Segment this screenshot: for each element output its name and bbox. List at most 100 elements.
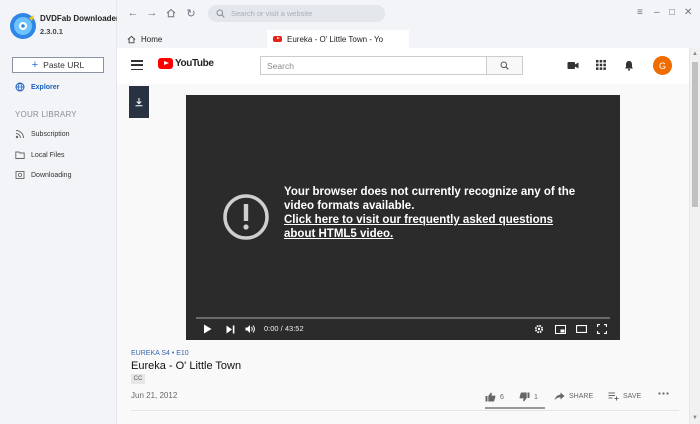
tab-label: Eureka - O' Little Town - Yo: [287, 34, 384, 44]
miniplayer-icon: [554, 324, 566, 334]
dislike-button[interactable]: 1: [519, 392, 538, 402]
maximize-button[interactable]: □: [669, 7, 675, 18]
divider: [131, 410, 679, 411]
youtube-logo[interactable]: YouTube: [158, 58, 214, 69]
address-placeholder: Search or visit a website: [231, 9, 313, 18]
video-tags[interactable]: EUREKA S4 • E10: [131, 350, 189, 357]
cc-badge: CC: [131, 374, 145, 384]
sidebar: DVDFab Downloader 2.3.0.1 + Paste URL Ex…: [0, 0, 119, 424]
video-title: Eureka - O' Little Town: [131, 360, 242, 372]
sidebar-item-label: Downloading: [31, 171, 72, 179]
close-icon: ✕: [684, 7, 693, 18]
download-box-icon: [15, 171, 25, 179]
youtube-header: YouTube Search G: [117, 48, 690, 84]
video-player[interactable]: Your browser does not currently recogniz…: [186, 95, 620, 340]
home-icon: [166, 8, 176, 18]
close-button[interactable]: ✕: [684, 7, 692, 18]
paste-url-button[interactable]: + Paste URL: [12, 57, 104, 73]
tab-youtube-video[interactable]: Eureka - O' Little Town - Yo: [267, 30, 409, 48]
skip-next-icon: [226, 325, 234, 333]
rss-icon: [15, 130, 24, 139]
fullscreen-icon: [597, 324, 607, 334]
web-content: YouTube Search G Your browser does not c…: [117, 48, 690, 424]
error-message: Your browser does not currently recogniz…: [284, 185, 604, 241]
search-icon: [216, 9, 225, 18]
dislike-count: 1: [534, 393, 538, 401]
volume-button[interactable]: [244, 323, 256, 335]
fullscreen-button[interactable]: [596, 323, 608, 335]
minimize-button[interactable]: –: [654, 7, 660, 18]
back-button[interactable]: ←: [126, 6, 140, 20]
library-title: YOUR LIBRARY: [15, 110, 77, 119]
arrow-left-icon: ←: [127, 7, 139, 19]
arrow-right-icon: →: [146, 7, 158, 19]
address-bar[interactable]: Search or visit a website: [208, 5, 385, 22]
scrollbar-thumb[interactable]: [692, 62, 698, 207]
play-icon: [203, 324, 211, 334]
playlist-add-icon: [608, 392, 619, 401]
sidebar-item-subscription[interactable]: Subscription: [15, 129, 70, 139]
share-label: SHARE: [569, 393, 594, 400]
youtube-play-logo-icon: [158, 58, 173, 69]
sidebar-item-explorer[interactable]: Explorer: [15, 82, 59, 92]
more-actions-button[interactable]: [658, 392, 669, 395]
forward-button[interactable]: →: [145, 6, 159, 20]
error-line-1: Your browser does not currently recogniz…: [284, 186, 576, 198]
next-button[interactable]: [224, 323, 236, 335]
time-display: 0:00 / 43:52: [264, 324, 304, 333]
youtube-search-button[interactable]: [486, 56, 523, 75]
like-button[interactable]: 6: [485, 392, 504, 402]
scroll-up-icon[interactable]: ▲: [692, 51, 698, 57]
progress-bar[interactable]: [196, 317, 610, 319]
create-video-button[interactable]: [567, 59, 579, 71]
error-icon: [223, 194, 269, 240]
theater-mode-button[interactable]: [575, 323, 587, 335]
save-button[interactable]: SAVE: [608, 392, 641, 401]
sidebar-item-label: Local Files: [31, 151, 65, 159]
share-button[interactable]: SHARE: [554, 392, 593, 401]
sidebar-item-local-files[interactable]: Local Files: [15, 150, 64, 160]
maximize-icon: □: [669, 7, 676, 18]
plus-icon: +: [31, 59, 39, 71]
download-button[interactable]: [129, 86, 149, 118]
app-version: 2.3.0.1: [40, 27, 63, 36]
menu-button[interactable]: ≡: [637, 7, 643, 18]
browser-toolbar: ← → ↻ Search or visit a website ≡ – □ ✕: [117, 0, 700, 28]
youtube-icon: [273, 36, 282, 42]
tab-bar: Home Eureka - O' Little Town - Yo: [117, 28, 700, 48]
youtube-search-input[interactable]: Search: [260, 56, 487, 75]
play-button[interactable]: [201, 323, 213, 335]
sidebar-item-downloading[interactable]: Downloading: [15, 170, 71, 180]
html5-faq-link[interactable]: Click here to visit our frequently asked…: [284, 213, 604, 227]
more-horizontal-icon: [658, 392, 669, 395]
minimize-icon: –: [654, 7, 660, 18]
download-icon: [135, 98, 143, 107]
html5-faq-link-continued[interactable]: about HTML5 video.: [284, 227, 604, 241]
home-button[interactable]: [164, 6, 178, 20]
vertical-scrollbar[interactable]: ▲ ▼: [689, 48, 700, 424]
notifications-button[interactable]: [623, 59, 635, 71]
tab-label: Home: [141, 34, 163, 44]
hamburger-menu-icon[interactable]: [131, 60, 143, 70]
apps-grid-icon: [596, 60, 606, 70]
miniplayer-button[interactable]: [554, 323, 566, 335]
thumbs-up-icon: [485, 392, 496, 402]
youtube-logo-text: YouTube: [175, 58, 214, 69]
refresh-button[interactable]: ↻: [184, 6, 198, 20]
theater-mode-icon: [575, 325, 587, 333]
tab-home[interactable]: Home: [127, 30, 247, 48]
app-window: DVDFab Downloader 2.3.0.1 + Paste URL Ex…: [0, 0, 700, 424]
home-icon: [127, 35, 136, 43]
sentiment-bar: [485, 407, 545, 409]
app-logo-icon: [9, 12, 37, 40]
sidebar-item-label: Subscription: [31, 130, 70, 138]
thumbs-down-icon: [519, 392, 530, 402]
scroll-down-icon[interactable]: ▼: [692, 415, 698, 421]
avatar[interactable]: G: [653, 56, 672, 75]
apps-button[interactable]: [595, 59, 607, 71]
settings-button[interactable]: [533, 323, 545, 335]
menu-icon: ≡: [637, 7, 643, 18]
save-label: SAVE: [623, 393, 642, 400]
player-controls: 0:00 / 43:52: [186, 317, 620, 340]
bell-icon: [625, 60, 633, 71]
